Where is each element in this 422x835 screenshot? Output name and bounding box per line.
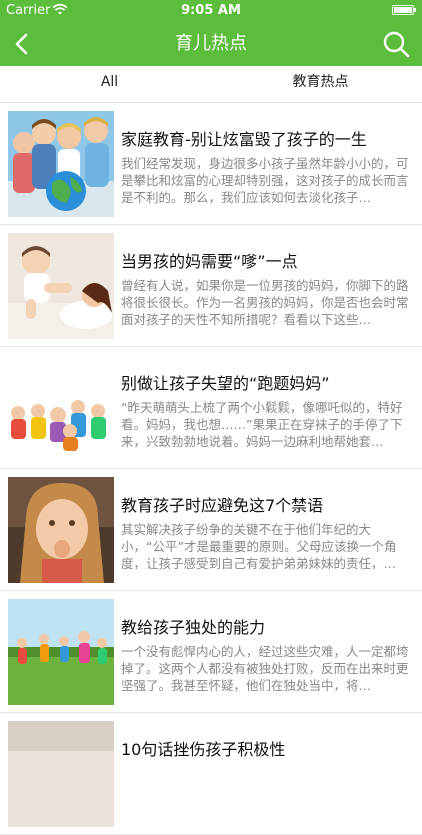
article-summary bbox=[121, 765, 413, 816]
article-summary: 我们经常发现，身边很多小孩子虽然年龄小小的，可是攀比和炫富的心理却特别强，这对孩… bbox=[121, 156, 409, 205]
page-title: 育儿热点 bbox=[175, 33, 247, 54]
list-item[interactable]: 10句话挫伤孩子积极性 bbox=[0, 713, 422, 835]
status-time: 9:05 AM bbox=[181, 3, 241, 18]
article-thumbnail bbox=[8, 477, 114, 583]
article-summary: “昨天萌萌头上梳了两个小鬏鬏，像哪吒似的，特好看。妈妈，我也想……”果果正在穿袜… bbox=[121, 400, 403, 449]
tab-education-hot[interactable]: 教育热点 bbox=[211, 66, 422, 102]
article-summary: 其实解决孩子纷争的关键不在于他们年纪的大小，“公平”才是最重要的原则。父母应该换… bbox=[121, 522, 397, 571]
article-title: 当男孩的妈需要“嗲”一点 bbox=[121, 252, 298, 271]
article-summary: 曾经有人说，如果你是一位男孩的妈妈，你脚下的路将很长很长。作为一名男孩的妈妈，你… bbox=[121, 278, 409, 327]
article-title: 教育孩子时应避免这7个禁语 bbox=[121, 496, 324, 515]
article-title: 10句话挫伤孩子积极性 bbox=[121, 740, 286, 759]
article-thumbnail bbox=[8, 233, 114, 339]
article-thumbnail bbox=[8, 355, 114, 461]
list-item[interactable]: 教育孩子时应避免这7个禁语 其实解决孩子纷争的关键不在于他们年纪的大小，“公平”… bbox=[0, 469, 422, 591]
search-icon[interactable] bbox=[382, 30, 410, 58]
article-list: 家庭教育-别让炫富毁了孩子的一生 我们经常发现，身边很多小孩子虽然年龄小小的，可… bbox=[0, 103, 422, 835]
article-title: 教给孩子独处的能力 bbox=[121, 618, 266, 637]
article-thumbnail bbox=[8, 599, 114, 705]
list-item[interactable]: 教给孩子独处的能力 一个没有彪悍内心的人，经过这些灾难，人一定都垮掉了。这两个人… bbox=[0, 591, 422, 713]
list-item[interactable]: 家庭教育-别让炫富毁了孩子的一生 我们经常发现，身边很多小孩子虽然年龄小小的，可… bbox=[0, 103, 422, 225]
tab-bar: All 教育热点 bbox=[0, 66, 422, 103]
list-item[interactable]: 当男孩的妈需要“嗲”一点 曾经有人说，如果你是一位男孩的妈妈，你脚下的路将很长很… bbox=[0, 225, 422, 347]
article-summary: 一个没有彪悍内心的人，经过这些灾难，人一定都垮掉了。这两个人都没有被独处打败，反… bbox=[121, 644, 409, 693]
status-bar: Carrier 9:05 AM bbox=[0, 0, 422, 22]
article-thumbnail bbox=[8, 721, 114, 827]
article-title: 别做让孩子失望的“跑题妈妈” bbox=[121, 374, 330, 393]
list-item[interactable]: 别做让孩子失望的“跑题妈妈” “昨天萌萌头上梳了两个小鬏鬏，像哪吒似的，特好看。… bbox=[0, 347, 422, 469]
tab-all[interactable]: All bbox=[0, 66, 219, 102]
navigation-bar: 育儿热点 bbox=[0, 22, 422, 66]
article-title: 家庭教育-别让炫富毁了孩子的一生 bbox=[121, 130, 367, 149]
battery-icon bbox=[392, 5, 416, 15]
article-thumbnail bbox=[8, 111, 114, 217]
chevron-left-icon[interactable] bbox=[10, 31, 36, 57]
